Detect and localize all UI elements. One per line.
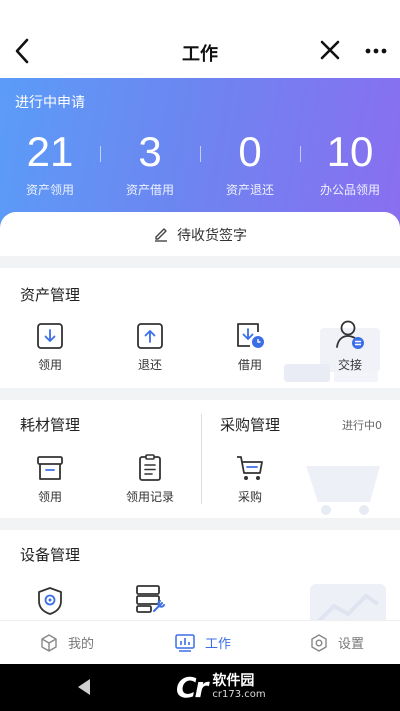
item-label: 领用	[37, 490, 62, 504]
section-divider	[201, 414, 202, 504]
watermark-url: cr173.com	[212, 689, 266, 700]
shield-scan-icon	[38, 587, 62, 615]
shopping-cart-icon	[237, 456, 263, 480]
decorative-chart-illustration	[310, 584, 386, 620]
pending-signature-label: 待收货签字	[177, 228, 247, 244]
device-inspect-button[interactable]	[10, 586, 90, 616]
stat-asset-borrow[interactable]: 3 资产借用	[100, 126, 200, 198]
gear-icon	[311, 634, 327, 652]
stat-value: 10	[326, 128, 374, 175]
tab-label: 我的	[68, 637, 95, 652]
section-title: 资产管理	[20, 286, 81, 304]
watermark: Cr 软件园 cr173.com	[176, 668, 266, 706]
more-dots-icon[interactable]	[362, 40, 390, 62]
stat-value: 3	[138, 128, 162, 175]
tab-settings[interactable]: 设置	[310, 633, 364, 652]
borrow-clock-icon	[237, 323, 264, 348]
section-title: 采购管理	[220, 416, 281, 434]
tab-label: 设置	[338, 637, 365, 652]
nav-back-icon[interactable]	[76, 678, 92, 696]
stat-caption: 资产借用	[125, 183, 174, 197]
bar-chart-icon	[175, 634, 195, 652]
section-title: 耗材管理	[20, 416, 81, 434]
tab-mine[interactable]: 我的	[40, 633, 94, 652]
in-progress-label: 进行中申请	[15, 95, 85, 111]
item-label: 交接	[337, 358, 362, 372]
stat-asset-return[interactable]: 0 资产退还	[200, 126, 300, 198]
watermark-logo: Cr	[176, 670, 208, 704]
top-bar: 工作	[0, 0, 400, 78]
stat-caption: 资产退还	[225, 183, 274, 197]
stat-asset-claim[interactable]: 21 资产领用	[0, 126, 100, 198]
asset-management-card: 资产管理 领用 退还 借用 交接	[0, 268, 400, 388]
stat-office-claim[interactable]: 10 办公品领用	[300, 126, 400, 198]
stat-caption: 资产领用	[25, 183, 74, 197]
asset-return-button[interactable]: 退还	[110, 322, 190, 373]
server-wrench-icon	[136, 585, 165, 613]
box-cube-icon	[41, 634, 57, 652]
watermark-name: 软件园	[212, 673, 255, 689]
archive-box-icon	[37, 456, 63, 480]
stat-caption: 办公品领用	[319, 183, 380, 197]
asset-claim-button[interactable]: 领用	[10, 322, 90, 373]
item-label: 退还	[137, 358, 162, 372]
bottom-tab-bar: 我的 工作 设置	[0, 620, 400, 664]
section-title: 设备管理	[20, 546, 81, 564]
pen-icon	[155, 228, 167, 242]
stat-value: 21	[26, 128, 74, 175]
decorative-cart-illustration	[306, 466, 380, 515]
consumable-claim-button[interactable]: 领用	[10, 454, 90, 505]
purchase-status: 进行中0	[342, 419, 382, 432]
asset-borrow-button[interactable]: 借用	[210, 320, 290, 373]
consumable-purchase-card: 耗材管理 采购管理 进行中0 领用 领用记录 采购	[0, 400, 400, 518]
stat-value: 0	[238, 128, 262, 175]
purchase-button[interactable]: 采购	[210, 454, 290, 505]
pending-signature-card[interactable]: 待收货签字	[0, 212, 400, 256]
close-icon[interactable]	[318, 38, 342, 62]
consumable-record-button[interactable]: 领用记录	[110, 454, 190, 505]
download-box-icon	[37, 323, 63, 349]
upload-box-icon	[137, 323, 163, 349]
item-label: 领用	[37, 358, 62, 372]
tab-label: 工作	[205, 637, 232, 652]
clipboard-list-icon	[139, 454, 161, 481]
item-label: 采购	[237, 490, 262, 504]
item-label: 领用记录	[125, 490, 174, 504]
device-maintenance-button[interactable]	[110, 584, 190, 614]
asset-handover-button[interactable]: 交接	[310, 318, 390, 373]
tab-work[interactable]: 工作	[175, 633, 231, 652]
device-management-card: 设备管理	[0, 530, 400, 620]
item-label: 借用	[237, 358, 262, 372]
user-exchange-icon	[336, 320, 364, 349]
